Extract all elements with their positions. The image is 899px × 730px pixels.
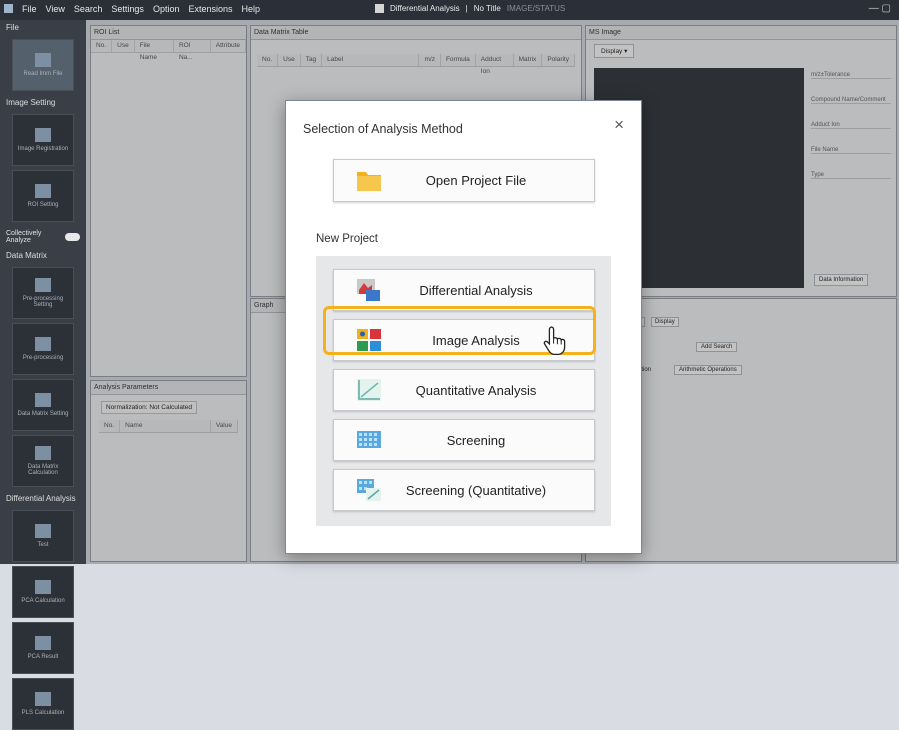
preprocess-setting-icon [35,278,51,292]
differential-analysis-button[interactable]: Differential Analysis [333,269,595,311]
menu-help[interactable]: Help [242,4,261,14]
title-mode: IMAGE/STATUS [506,4,566,13]
window-title: Differential Analysis | No Title IMAGE/S… [375,4,565,13]
menu-search[interactable]: Search [74,4,103,14]
title-app-icon [375,4,384,13]
registration-icon [35,128,51,142]
close-icon[interactable]: × [614,115,624,135]
differential-analysis-icon [357,279,380,301]
matrix-setting-icon [35,393,51,407]
menu-file[interactable]: File [22,4,37,14]
sidebar-header-image-setting[interactable]: Image Setting [0,95,86,110]
quantitative-analysis-icon [357,379,381,401]
pca-calc-icon [35,580,51,594]
menu-option[interactable]: Option [153,4,180,14]
sidebar-preprocessing[interactable]: Pre-processing [12,323,74,375]
menu-view[interactable]: View [46,4,65,14]
app-icon [4,4,13,13]
quantitative-analysis-button[interactable]: Quantitative Analysis [333,369,595,411]
test-icon [35,524,51,538]
screening-icon [357,431,381,448]
folder-icon [357,172,381,191]
open-project-button[interactable]: Open Project File [333,159,595,202]
hand-pointer-icon [543,326,566,355]
sidebar-pca-calc[interactable]: PCA Calculation [12,566,74,618]
sidebar-pls-calc[interactable]: PLS Calculation [12,678,74,730]
sidebar-pca-result[interactable]: PCA Result [12,622,74,674]
sidebar-header-differential[interactable]: Differential Analysis [0,491,86,506]
title-project: No Title [473,4,501,13]
sidebar-roi-setting[interactable]: ROI Setting [12,170,74,222]
menu-items: File View Search Settings Option Extensi… [4,4,260,14]
new-project-label: New Project [316,233,378,245]
folder-icon [35,53,51,67]
sidebar-image-registration[interactable]: Image Registration [12,114,74,166]
sidebar-data-matrix-setting[interactable]: Data Matrix Setting [12,379,74,431]
pls-calc-icon [35,692,51,706]
screening-quantitative-icon [357,479,381,501]
screening-button[interactable]: Screening [333,419,595,461]
roi-icon [35,184,51,198]
dialog-title: Selection of Analysis Method [303,122,463,136]
preprocess-icon [35,337,51,351]
pca-result-icon [35,636,51,650]
title-analysis: Differential Analysis [390,4,460,13]
toggle-switch[interactable] [64,233,80,241]
analysis-method-dialog: Selection of Analysis Method × Open Proj… [285,100,642,554]
sidebar-header-data-matrix[interactable]: Data Matrix [0,248,86,263]
sidebar: File Read Imm File Image Setting Image R… [0,20,86,730]
menu-settings[interactable]: Settings [111,4,144,14]
sidebar-header-file[interactable]: File [0,20,86,35]
menu-extensions[interactable]: Extensions [188,4,232,14]
matrix-calc-icon [35,446,51,460]
sidebar-preprocessing-setting[interactable]: Pre-processing Setting [12,267,74,319]
menu-bar: File View Search Settings Option Extensi… [0,0,899,20]
screening-quantitative-button[interactable]: Screening (Quantitative) [333,469,595,511]
collectively-analyze-toggle[interactable]: Collectively Analyze [0,226,86,248]
sidebar-read-file[interactable]: Read Imm File [12,39,74,91]
window-controls[interactable]: — ▢ [869,3,891,14]
sidebar-test[interactable]: Test [12,510,74,562]
sidebar-data-matrix-calc[interactable]: Data Matrix Calculation [12,435,74,487]
